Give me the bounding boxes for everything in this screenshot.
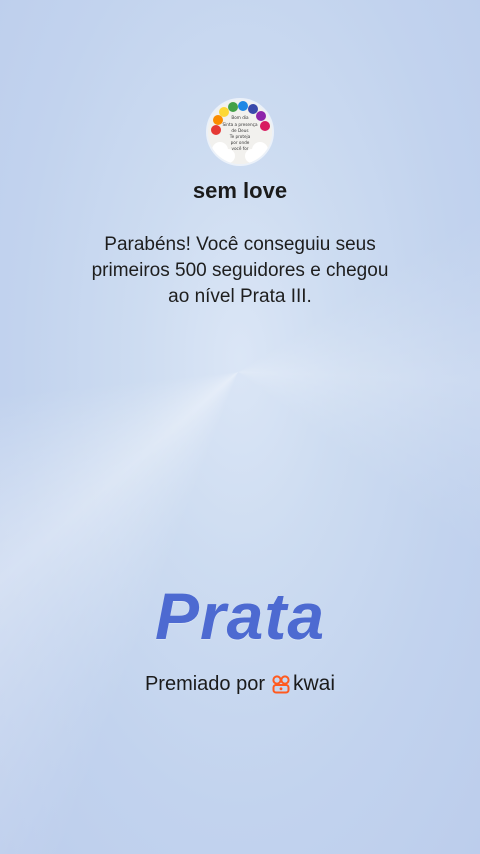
username: sem love (192, 178, 288, 203)
kwai-logo-icon (272, 675, 290, 694)
level-title: Prata (154, 579, 326, 653)
message-line: primeiros 500 seguidores e chegou (91, 260, 389, 281)
avatar-text-line: Bom dia (231, 115, 249, 120)
avatar-text-line: Sinta a presença (222, 122, 257, 127)
avatar-text-line: de Deus (231, 128, 248, 133)
avatar-image: Bom dia Sinta a presença de Deus Te prot… (208, 100, 272, 164)
message-line: ao nível Prata III. (168, 286, 312, 307)
avatar[interactable]: Bom dia Sinta a presença de Deus Te prot… (208, 100, 272, 164)
message-line: Parabéns! Você conseguiu seus (104, 234, 376, 255)
avatar-text-line: por onde (231, 140, 250, 145)
awarded-by: Premiado por kwai (0, 672, 480, 696)
avatar-text-line: Te proteja (229, 134, 251, 139)
awarded-by-label: Premiado por (144, 672, 266, 695)
avatar-text-line: você for (231, 146, 248, 151)
congratulation-message: Parabéns! Você conseguiu seus primeiros … (50, 232, 430, 310)
kwai-brand: kwai (271, 672, 335, 696)
kwai-brand-name: kwai (293, 672, 336, 695)
